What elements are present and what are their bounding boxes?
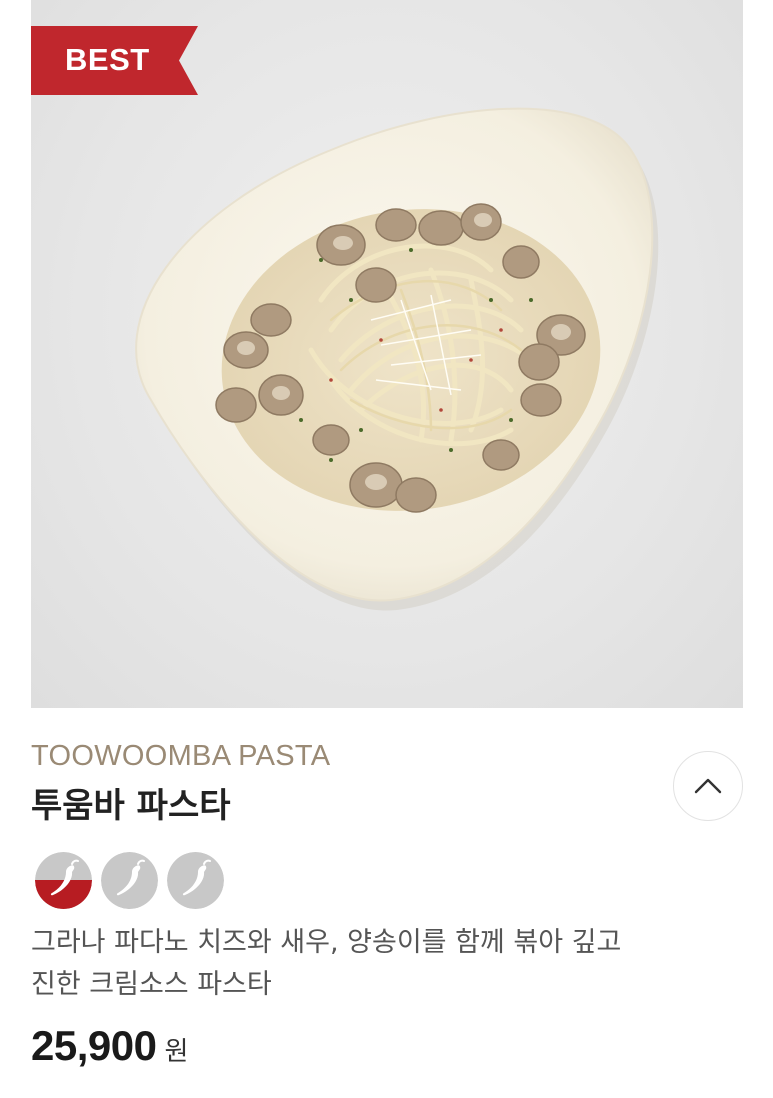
chili-pepper-icon	[167, 852, 224, 909]
spice-level-2	[101, 852, 158, 909]
best-badge: BEST	[31, 26, 198, 95]
product-description: 그라나 파다노 치즈와 새우, 양송이를 함께 볶아 깊고 진한 크림소스 파스…	[31, 922, 731, 1006]
chili-pepper-icon	[101, 852, 158, 909]
badge-label: BEST	[65, 42, 150, 77]
price-row: 25,900 원	[31, 1022, 188, 1070]
product-name-english: TOOWOOMBA PASTA	[31, 740, 331, 772]
pasta-plate-illustration	[135, 107, 659, 611]
collapse-button[interactable]	[673, 751, 743, 821]
price-value: 25,900	[31, 1022, 157, 1069]
spice-level-3	[167, 852, 224, 909]
product-name-korean: 투움바 파스타	[31, 786, 231, 826]
chevron-up-icon	[694, 778, 722, 794]
product-image	[31, 0, 743, 708]
chili-pepper-icon	[35, 852, 92, 909]
spice-level-1	[35, 852, 92, 909]
description-line: 그라나 파다노 치즈와 새우, 양송이를 함께 볶아 깊고	[31, 927, 622, 958]
price-currency: 원	[164, 1037, 189, 1067]
description-line: 진한 크림소스 파스타	[31, 969, 272, 1000]
